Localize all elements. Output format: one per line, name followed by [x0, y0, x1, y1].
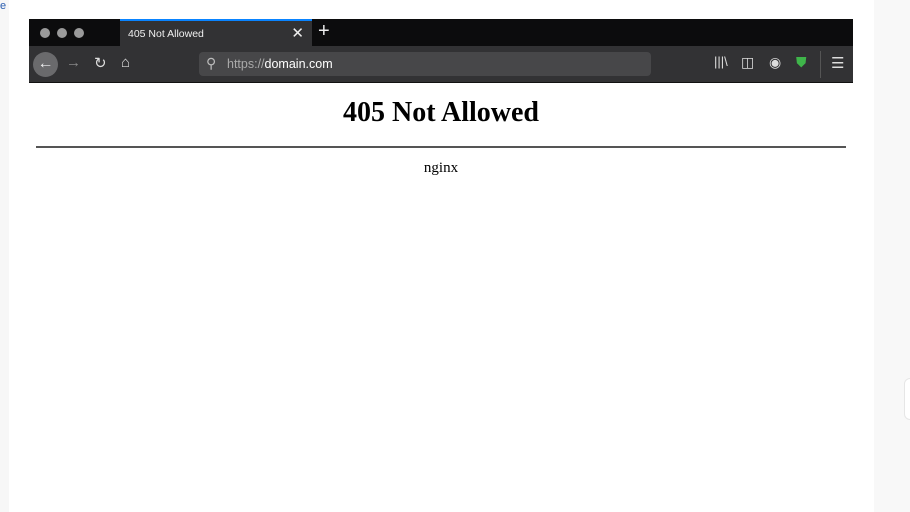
- url-text[interactable]: https://domain.com: [227, 57, 333, 71]
- new-tab-icon[interactable]: +: [318, 20, 330, 43]
- hamburger-menu-icon[interactable]: ☰: [831, 54, 844, 72]
- reload-icon[interactable]: ↻: [94, 54, 107, 72]
- left-margin: [0, 0, 9, 512]
- page-heading: 405 Not Allowed: [343, 97, 539, 128]
- search-icon: ⚲: [206, 55, 217, 71]
- server-footer: nginx: [423, 160, 459, 176]
- url-bar[interactable]: ⚲ https://domain.com: [199, 52, 651, 76]
- home-icon[interactable]: ⌂: [121, 54, 130, 71]
- close-tab-icon[interactable]: ✕: [291, 24, 304, 42]
- right-margin: [874, 0, 910, 512]
- sidebar-icon[interactable]: ◫: [741, 54, 754, 71]
- tab-active[interactable]: 405 Not Allowed ✕: [120, 19, 312, 46]
- account-icon[interactable]: ◉: [769, 54, 781, 71]
- browser-window: 405 Not Allowed ✕ + ← → ↻ ⌂ ⚲ https://do…: [29, 19, 853, 496]
- minimize-window-button[interactable]: [57, 28, 67, 38]
- nav-toolbar: ← → ↻ ⌂ ⚲ https://domain.com |||\ ◫ ◉ ⛊ …: [29, 46, 853, 83]
- tab-title: 405 Not Allowed: [128, 28, 204, 40]
- divider: [36, 146, 846, 148]
- side-card: [904, 378, 910, 420]
- edge-text: e: [0, 0, 7, 12]
- tab-bar: 405 Not Allowed ✕ +: [29, 19, 853, 46]
- back-arrow-icon[interactable]: ←: [33, 52, 58, 77]
- close-window-button[interactable]: [40, 28, 50, 38]
- forward-arrow-icon[interactable]: →: [66, 54, 81, 71]
- adguard-shield-icon[interactable]: ⛊: [796, 54, 807, 71]
- toolbar-divider: [820, 51, 821, 78]
- library-icon[interactable]: |||\: [714, 54, 728, 69]
- maximize-window-button[interactable]: [74, 28, 84, 38]
